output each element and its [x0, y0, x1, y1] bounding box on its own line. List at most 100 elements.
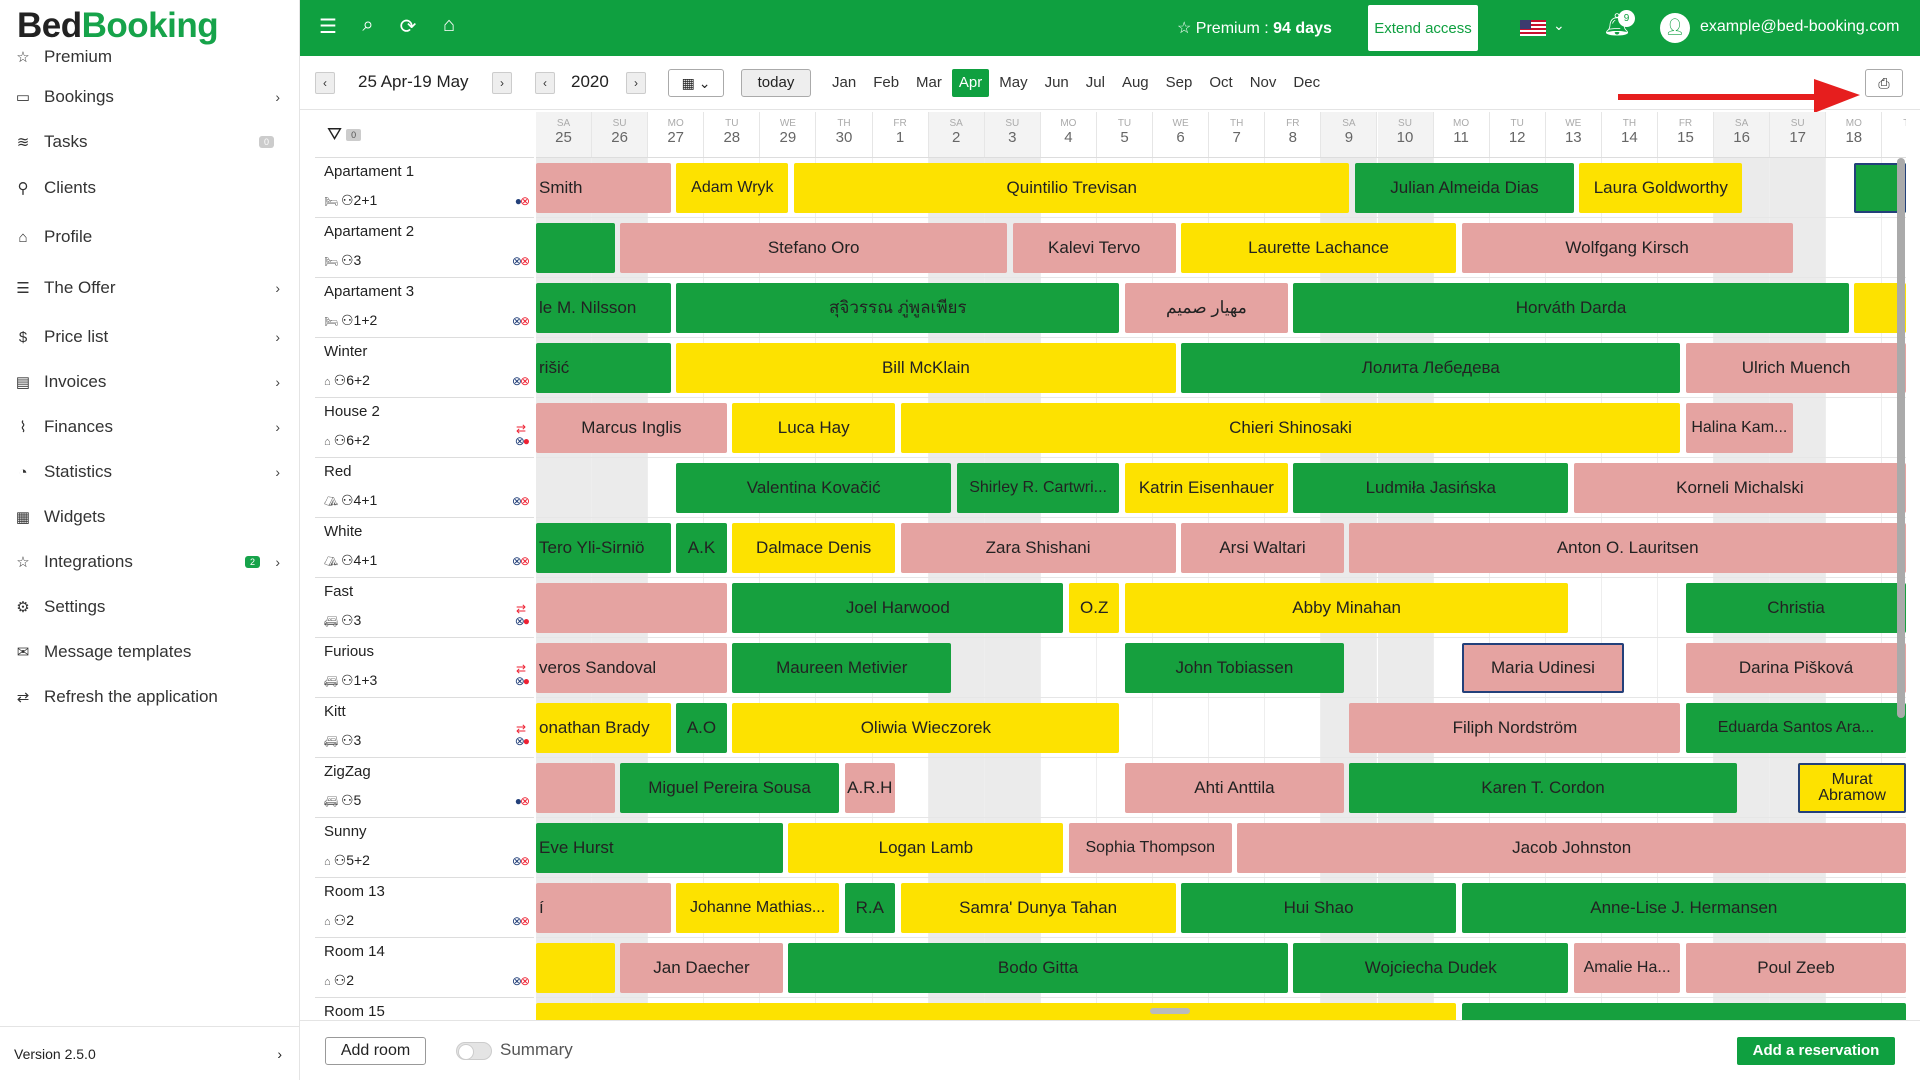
- reservation-block[interactable]: [536, 583, 727, 633]
- chevron-down-icon[interactable]: ⌄: [1553, 17, 1565, 34]
- menu-icon[interactable]: ☰: [315, 14, 341, 40]
- next-range-button[interactable]: ›: [492, 72, 512, 94]
- reservation-block[interactable]: Bill McKlain: [676, 343, 1176, 393]
- reservation-block[interactable]: Ludmiła Jasińska: [1293, 463, 1569, 513]
- reservation-block[interactable]: A.K: [676, 523, 727, 573]
- reservation-block[interactable]: Amalie Ha...: [1573, 943, 1681, 993]
- sidebar-item-premium[interactable]: ☆ Premium: [10, 37, 292, 77]
- reservation-block[interactable]: [536, 223, 615, 273]
- sidebar-item-finances[interactable]: ⌇ Finances ›: [10, 407, 292, 447]
- room-row[interactable]: Apartament 3 🛏︎ ⚇1+2 ⊗⊗: [315, 278, 534, 338]
- sidebar-item-statistics[interactable]: ◔ Statistics ›: [10, 452, 292, 492]
- reservation-block[interactable]: Smith: [536, 163, 671, 213]
- reservation-block[interactable]: Kalevi Tervo: [1012, 223, 1176, 273]
- month-sep[interactable]: Sep: [1159, 69, 1200, 97]
- reservation-block[interactable]: Abby Minahan: [1125, 583, 1569, 633]
- month-mar[interactable]: Mar: [909, 69, 949, 97]
- reservation-block[interactable]: Anne-Lise J. Hermansen: [1461, 883, 1906, 933]
- reservation-block[interactable]: Valentina Kovačić: [676, 463, 952, 513]
- reservation-block[interactable]: Hui Shao: [1181, 883, 1457, 933]
- reservation-block[interactable]: Joel Harwood: [732, 583, 1064, 633]
- reservation-block[interactable]: Julian Almeida Dias: [1355, 163, 1574, 213]
- room-row[interactable]: Winter ⌂ ⚇6+2 ⊗⊗: [315, 338, 534, 398]
- reservation-block[interactable]: Jan Daecher: [620, 943, 783, 993]
- room-row[interactable]: Room 14 ⌂ ⚇2 ⊗⊗: [315, 938, 534, 998]
- reservation-block[interactable]: Miguel Pereira Sousa: [620, 763, 839, 813]
- reservation-block[interactable]: Chieri Shinosaki: [900, 403, 1681, 453]
- summary-toggle[interactable]: [456, 1042, 492, 1060]
- reservation-block[interactable]: Logan Lamb: [788, 823, 1064, 873]
- sidebar-item-the-offer[interactable]: ☰ The Offer ›: [10, 268, 292, 308]
- reservation-block[interactable]: Ahti Anttila: [1125, 763, 1344, 813]
- reservation-block[interactable]: Korneli Michalski: [1573, 463, 1906, 513]
- month-aug[interactable]: Aug: [1115, 69, 1156, 97]
- reservation-block[interactable]: Dalmace Denis: [732, 523, 896, 573]
- reservation-block[interactable]: Adam Wryk: [676, 163, 789, 213]
- reservation-block[interactable]: A.O: [676, 703, 727, 753]
- calendar-picker-button[interactable]: ▦ ⌄: [668, 69, 724, 97]
- month-dec[interactable]: Dec: [1286, 69, 1327, 97]
- month-may[interactable]: May: [992, 69, 1034, 97]
- us-flag-icon[interactable]: [1520, 20, 1546, 36]
- prev-range-button[interactable]: ‹: [315, 72, 335, 94]
- reservation-block[interactable]: Filiph Nordström: [1349, 703, 1681, 753]
- reservation-block[interactable]: Shirley R. Cartwri...: [956, 463, 1120, 513]
- sidebar-item-clients[interactable]: ⚲ Clients: [10, 168, 292, 208]
- reservation-block[interactable]: [536, 943, 615, 993]
- premium-status[interactable]: ☆ Premium : 94 days: [1177, 18, 1332, 38]
- home-icon[interactable]: ⌂: [436, 14, 462, 40]
- next-year-button[interactable]: ›: [626, 72, 646, 94]
- month-jun[interactable]: Jun: [1038, 69, 1076, 97]
- reservation-block[interactable]: Wojciecha Dudek: [1293, 943, 1569, 993]
- sidebar-item-tasks[interactable]: ≋ Tasks 0: [10, 122, 292, 162]
- print-button[interactable]: ⎙: [1865, 69, 1903, 97]
- reservation-block[interactable]: O.Z: [1068, 583, 1120, 633]
- reservation-block[interactable]: A.R.H: [844, 763, 896, 813]
- today-button[interactable]: today: [741, 69, 811, 97]
- reservation-block[interactable]: John Tobiassen: [1125, 643, 1344, 693]
- reservation-block[interactable]: Ulrich Muench: [1686, 343, 1906, 393]
- reservation-block[interactable]: R.A: [844, 883, 896, 933]
- month-oct[interactable]: Oct: [1202, 69, 1239, 97]
- reservation-block[interactable]: Darina Pišková: [1686, 643, 1906, 693]
- reservation-block[interactable]: Laura Goldworthy: [1579, 163, 1743, 213]
- extend-access-button[interactable]: Extend access: [1368, 5, 1478, 51]
- month-apr[interactable]: Apr: [951, 69, 990, 97]
- reservation-block[interactable]: Jacob Johnston: [1237, 823, 1906, 873]
- reservation-block[interactable]: Anton O. Lauritsen: [1349, 523, 1906, 573]
- room-row[interactable]: Kitt 🚐︎ ⚇3 ⇄ ⊗●: [315, 698, 534, 758]
- reservation-block[interactable]: Лолита Лебедева: [1181, 343, 1681, 393]
- reservation-block[interactable]: le M. Nilsson: [536, 283, 671, 333]
- reservation-block[interactable]: สุจิวรรณ ภู่พูลเพียร: [676, 283, 1120, 333]
- reservation-block[interactable]: Quintilio Trevisan: [794, 163, 1350, 213]
- reservation-block[interactable]: Murat Abramow: [1798, 763, 1906, 813]
- reservation-block[interactable]: Laurette Lachance: [1181, 223, 1457, 273]
- add-room-button[interactable]: Add room: [325, 1037, 426, 1065]
- search-icon[interactable]: ⌕: [355, 14, 381, 40]
- vertical-scrollbar[interactable]: [1897, 158, 1905, 718]
- room-row[interactable]: Room 13 ⌂ ⚇2 ⊗⊗: [315, 878, 534, 938]
- room-row[interactable]: Apartament 2 🛏︎ ⚇3 ⊗⊗: [315, 218, 534, 278]
- sidebar-item-profile[interactable]: ⌂ Profile: [10, 217, 292, 257]
- month-jan[interactable]: Jan: [825, 69, 863, 97]
- room-row[interactable]: Fast 🚐︎ ⚇3 ⇄ ⊗●: [315, 578, 534, 638]
- sidebar-item-bookings[interactable]: ▭ Bookings ›: [10, 77, 292, 117]
- sidebar-item-widgets[interactable]: ▦ Widgets: [10, 497, 292, 537]
- reservation-block[interactable]: í: [536, 883, 671, 933]
- reservation-block[interactable]: Eve Hurst: [536, 823, 783, 873]
- reservation-block[interactable]: Samra' Dunya Tahan: [900, 883, 1176, 933]
- reservation-block[interactable]: onathan Brady: [536, 703, 671, 753]
- room-row[interactable]: Furious 🚐︎ ⚇1+3 ⇄ ⊗●: [315, 638, 534, 698]
- reservation-block[interactable]: Halina Kam...: [1686, 403, 1793, 453]
- reservation-block[interactable]: Luca Hay: [732, 403, 896, 453]
- reservation-block[interactable]: [536, 763, 615, 813]
- reservation-block[interactable]: Karen T. Cordon: [1349, 763, 1737, 813]
- reservation-block[interactable]: Johanne Mathias...: [676, 883, 839, 933]
- room-row[interactable]: White ⛺︎ ⚇4+1 ⊗⊗: [315, 518, 534, 578]
- filter-icon[interactable]: ⛛: [327, 124, 342, 145]
- user-email[interactable]: example@bed-booking.com: [1700, 18, 1899, 36]
- month-feb[interactable]: Feb: [866, 69, 906, 97]
- room-row[interactable]: ZigZag 🚐︎ ⚇5 ●⊗: [315, 758, 534, 818]
- reservation-block[interactable]: Poul Zeeb: [1686, 943, 1906, 993]
- sidebar-item-price-list[interactable]: $ Price list ›: [10, 317, 292, 357]
